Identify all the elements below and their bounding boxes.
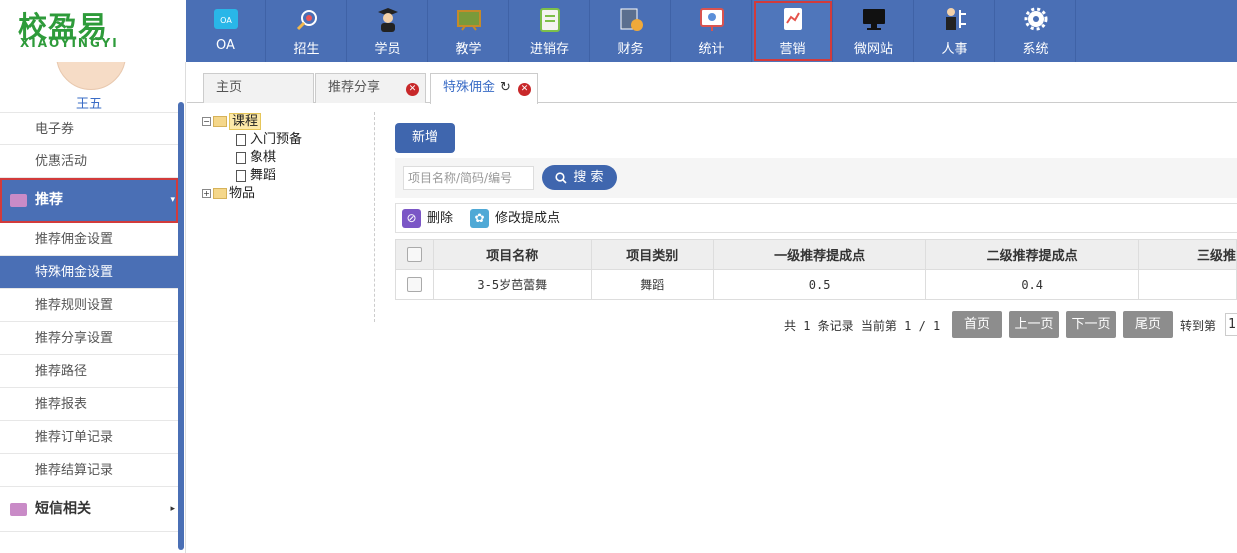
sidebar-item-coupon[interactable]: 电子券 (0, 112, 178, 145)
expand-icon[interactable]: + (202, 189, 211, 198)
file-icon (236, 169, 246, 182)
search-button[interactable]: 搜 索 (542, 165, 617, 190)
pagination-summary: 共 1 条记录 当前第 1 / 1 (784, 319, 941, 333)
inventory-icon (540, 8, 560, 32)
tree-node-leaf[interactable]: 入门预备 (236, 132, 302, 148)
tree-node-leaf[interactable]: 象棋 (236, 150, 276, 166)
sidebar-group-sms[interactable]: 短信相关 ▸ (0, 487, 178, 532)
statistics-icon (700, 8, 724, 31)
tab-recommend-share[interactable]: 推荐分享 ✕ (315, 73, 426, 103)
edit-commission-button[interactable]: ✿ 修改提成点 (470, 209, 560, 229)
personnel-icon (946, 8, 966, 30)
nav-system[interactable]: 系统 (996, 0, 1076, 62)
commission-table: 项目名称 项目类别 一级推荐提成点 二级推荐提成点 三级推 3-5岁芭蕾舞 舞蹈… (395, 239, 1237, 300)
sidebar-item-order-records[interactable]: 推荐订单记录 (0, 421, 178, 454)
column-header[interactable]: 项目类别 (590, 239, 714, 270)
sidebar-item-share-settings[interactable]: 推荐分享设置 (0, 322, 178, 355)
folder-open-icon (213, 116, 227, 127)
sidebar-item-report[interactable]: 推荐报表 (0, 388, 178, 421)
tree-node-goods[interactable]: + 物品 (202, 186, 255, 202)
table-row[interactable]: 3-5岁芭蕾舞 舞蹈 0.5 0.4 (395, 269, 1237, 300)
settings-gear-icon (1024, 7, 1048, 31)
goto-page-input[interactable]: 1 (1225, 313, 1237, 336)
file-icon (236, 133, 246, 146)
column-header[interactable]: 一级推荐提成点 (712, 239, 927, 270)
nav-microsite[interactable]: 微网站 (834, 0, 914, 62)
tree-node-leaf[interactable]: 舞蹈 (236, 168, 276, 184)
recruit-icon (296, 10, 317, 31)
collapse-icon[interactable]: − (202, 117, 211, 126)
prev-page-button[interactable]: 上一页 (1009, 311, 1059, 338)
teaching-icon (457, 10, 481, 31)
oa-icon: OA (214, 9, 238, 29)
nav-oa[interactable]: OA OA (186, 0, 266, 62)
column-header[interactable]: 项目名称 (432, 239, 592, 270)
next-page-button[interactable]: 下一页 (1066, 311, 1116, 338)
username: 王五 (75, 97, 102, 112)
table-header-row: 项目名称 项目类别 一级推荐提成点 二级推荐提成点 三级推 (395, 239, 1237, 270)
microsite-icon (863, 9, 885, 30)
close-icon[interactable]: ✕ (518, 83, 531, 96)
sidebar-item-commission-settings[interactable]: 推荐佣金设置 (0, 223, 178, 256)
goto-label: 转到第 (1180, 319, 1217, 333)
table-cell: 舞蹈 (590, 269, 714, 300)
student-icon (378, 8, 398, 32)
svg-text:OA: OA (220, 16, 232, 25)
sidebar-item-path[interactable]: 推荐路径 (0, 355, 178, 388)
table-cell (1137, 269, 1237, 300)
sidebar: 王五 电子券 优惠活动 推荐 ▾ 推荐佣金设置 特殊佣金设置 推荐规则设置 推荐… (0, 62, 186, 553)
sidebar-item-rule-settings[interactable]: 推荐规则设置 (0, 289, 178, 322)
close-icon[interactable]: ✕ (406, 83, 419, 96)
sidebar-group-recommend[interactable]: 推荐 ▾ (0, 178, 178, 223)
tab-bar: 主页 推荐分享 ✕ 特殊佣金 ↻ ✕ (187, 62, 1237, 104)
column-header[interactable]: 二级推荐提成点 (925, 239, 1139, 270)
nav-personnel[interactable]: 人事 (915, 0, 995, 62)
chevron-right-icon: ▸ (170, 504, 175, 514)
sidebar-item-promotion[interactable]: 优惠活动 (0, 145, 178, 178)
nav-finance[interactable]: 财务 (591, 0, 671, 62)
avatar (56, 62, 126, 90)
sidebar-group-label: 短信相关 (35, 501, 91, 517)
nav-student[interactable]: 学员 (348, 0, 428, 62)
tab-special-commission[interactable]: 特殊佣金 ↻ ✕ (430, 73, 538, 104)
top-navbar: 校盈易 XIAOYINGYI OA OA 招生 学员 教学 进销存 财务 统计 … (0, 0, 1237, 62)
action-toolbar: ⊘ 删除 ✿ 修改提成点 (395, 203, 1237, 233)
folder-icon (213, 188, 227, 199)
sidebar-item-special-commission[interactable]: 特殊佣金设置 (0, 256, 178, 289)
nav-recruit[interactable]: 招生 (267, 0, 347, 62)
gear-icon: ✿ (470, 209, 489, 228)
folder-icon (10, 194, 27, 207)
table-cell: 3-5岁芭蕾舞 (432, 269, 592, 300)
finance-icon (620, 8, 643, 31)
last-page-button[interactable]: 尾页 (1123, 311, 1173, 338)
sidebar-group-label: 推荐 (35, 192, 63, 208)
delete-button[interactable]: ⊘ 删除 (402, 209, 453, 229)
refresh-icon[interactable]: ↻ (500, 74, 511, 102)
select-all-checkbox[interactable] (395, 239, 434, 270)
nav-statistics[interactable]: 统计 (672, 0, 752, 62)
tree-node-course[interactable]: − 课程 (202, 113, 262, 130)
nav-marketing[interactable]: 营销 (753, 0, 833, 62)
file-icon (236, 151, 246, 164)
delete-icon: ⊘ (402, 209, 421, 228)
nav-inventory[interactable]: 进销存 (510, 0, 590, 62)
first-page-button[interactable]: 首页 (952, 311, 1002, 338)
marketing-icon (784, 8, 802, 30)
chevron-down-icon: ▾ (170, 195, 175, 205)
column-header[interactable]: 三级推 (1137, 239, 1237, 270)
row-checkbox[interactable] (395, 269, 434, 300)
table-cell: 0.4 (925, 269, 1139, 300)
tab-home[interactable]: 主页 (203, 73, 314, 103)
add-button[interactable]: 新增 (395, 123, 455, 153)
logo-sub: XIAOYINGYI (20, 36, 119, 50)
nav-teaching[interactable]: 教学 (429, 0, 509, 62)
table-cell: 0.5 (712, 269, 927, 300)
search-icon (555, 171, 567, 184)
category-tree: − 课程 入门预备 象棋 舞蹈 + 物品 (200, 112, 375, 322)
search-input[interactable]: 项目名称/简码/编号 (403, 166, 534, 190)
logo: 校盈易 XIAOYINGYI (0, 0, 186, 62)
sidebar-scrollbar[interactable] (178, 102, 184, 550)
folder-icon (10, 503, 27, 516)
sidebar-item-settlement-records[interactable]: 推荐结算记录 (0, 454, 178, 487)
